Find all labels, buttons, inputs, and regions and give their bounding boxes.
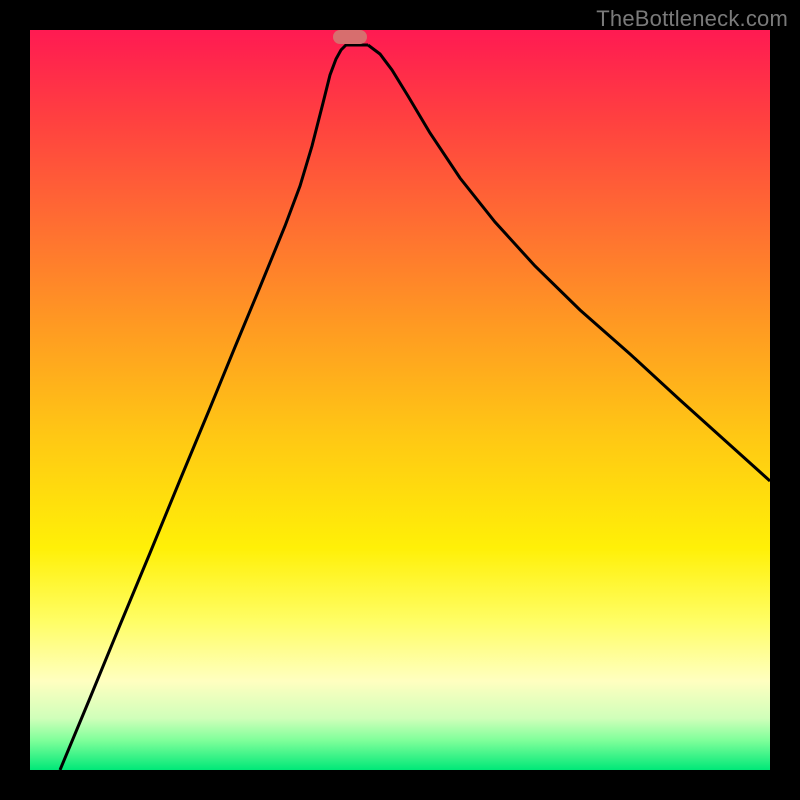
chart-curve [30, 30, 770, 770]
watermark-text: TheBottleneck.com [596, 6, 788, 32]
chart-frame [30, 30, 770, 770]
bottleneck-marker [333, 30, 367, 44]
curve-path-right [368, 45, 770, 481]
curve-path-left [60, 45, 368, 770]
